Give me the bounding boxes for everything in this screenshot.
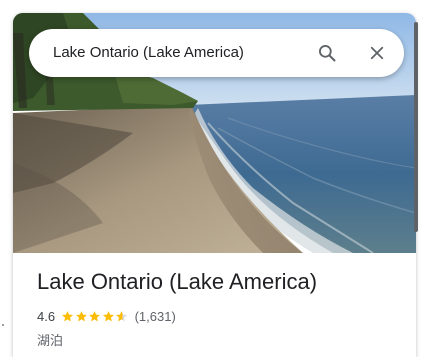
search-box[interactable]: Lake Ontario (Lake America) [29, 29, 404, 77]
star-icon [116, 310, 127, 321]
star-icon [75, 310, 87, 321]
star-icon [102, 310, 114, 321]
rating-row[interactable]: 4.6 (1,631) [37, 307, 176, 325]
rating-value: 4.6 [37, 308, 56, 324]
search-icon [319, 45, 336, 62]
star-rating [61, 310, 129, 323]
search-button[interactable] [312, 38, 342, 68]
close-icon [370, 46, 384, 60]
edge-mark [2, 324, 4, 326]
review-count[interactable]: (1,631) [135, 309, 176, 324]
star-icon [89, 310, 100, 321]
search-input[interactable]: Lake Ontario (Lake America) [53, 29, 244, 77]
scrollbar[interactable] [414, 22, 418, 232]
close-button[interactable] [362, 38, 392, 68]
star-icon [62, 310, 73, 321]
place-category: 湖泊 [37, 333, 64, 348]
place-title: Lake Ontario (Lake America) [37, 269, 318, 294]
